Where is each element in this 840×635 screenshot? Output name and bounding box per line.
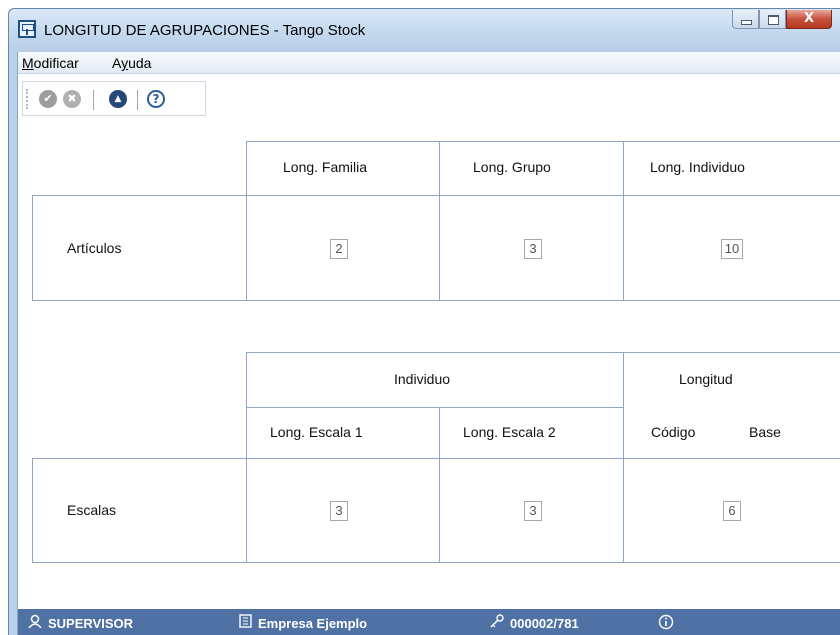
close-button[interactable]: X <box>786 10 832 29</box>
menu-modificar[interactable]: Modificar <box>22 55 79 71</box>
long-escala-2-field[interactable]: 3 <box>524 501 542 521</box>
group-header-longitud: Longitud Código Base <box>623 352 840 459</box>
window-title: LONGITUD DE AGRUPACIONES - Tango Stock <box>44 22 366 39</box>
maximize-button[interactable] <box>759 10 786 29</box>
long-familia-field[interactable]: 2 <box>330 239 348 259</box>
header-codigo: Código <box>651 424 696 440</box>
up-arrow-icon[interactable]: ▲ <box>109 90 127 108</box>
status-user: SUPERVISOR <box>28 614 133 631</box>
menu-ayuda[interactable]: Ayuda <box>112 55 151 71</box>
toolbar: ✔ ✖ ▲ ? <box>22 81 206 116</box>
row-label-cell-articulos: Artículos <box>32 195 247 301</box>
value-cell-familia: 2 <box>246 195 440 301</box>
group-label-individuo: Individuo <box>394 371 451 387</box>
cancel-icon[interactable]: ✖ <box>63 90 81 108</box>
group-label-longitud: Longitud <box>679 371 733 387</box>
header-cell-familia: Long. Familia <box>246 141 440 196</box>
row-label-escalas: Escalas <box>67 502 117 518</box>
header-long-individuo: Long. Individuo <box>650 159 745 175</box>
header-base: Base <box>749 424 781 440</box>
header-long-grupo: Long. Grupo <box>473 159 551 175</box>
toolbar-separator <box>93 90 94 110</box>
long-grupo-field[interactable]: 3 <box>524 239 542 259</box>
toolbar-separator <box>137 90 138 110</box>
accept-icon[interactable]: ✔ <box>39 90 57 108</box>
value-cell-individuo: 10 <box>623 195 840 301</box>
toolbar-grip[interactable] <box>26 89 28 109</box>
long-individuo-field[interactable]: 10 <box>721 239 743 259</box>
status-company: Empresa Ejemplo <box>239 614 367 631</box>
client-area: Modificar Ayuda ✔ ✖ ▲ ? Long. Familia Lo… <box>17 52 840 635</box>
header-cell-escala-1: Long. Escala 1 <box>246 407 440 459</box>
header-long-familia: Long. Familia <box>283 159 368 175</box>
header-long-escala-2: Long. Escala 2 <box>463 424 556 440</box>
status-license: 000002/781 <box>489 614 579 631</box>
value-cell-escala-1: 3 <box>246 458 440 563</box>
header-cell-grupo: Long. Grupo <box>439 141 624 196</box>
minimize-button[interactable] <box>732 10 759 29</box>
title-bar[interactable]: LONGITUD DE AGRUPACIONES - Tango Stock X <box>9 9 840 51</box>
key-icon <box>489 614 504 631</box>
window-controls: X <box>732 10 832 29</box>
value-cell-escala-2: 3 <box>439 458 624 563</box>
header-cell-escala-2: Long. Escala 2 <box>439 407 624 459</box>
app-window: LONGITUD DE AGRUPACIONES - Tango Stock X… <box>8 8 840 635</box>
group-header-individuo: Individuo <box>246 352 624 408</box>
longitud-codigo-base-field[interactable]: 6 <box>723 501 741 521</box>
row-label-articulos: Artículos <box>67 240 122 256</box>
app-icon[interactable] <box>18 20 36 38</box>
row-label-cell-escalas: Escalas <box>32 458 247 563</box>
menu-bar: Modificar Ayuda <box>18 52 840 74</box>
help-icon[interactable]: ? <box>147 90 165 108</box>
building-icon <box>239 614 252 631</box>
value-cell-longitud: 6 <box>623 458 840 563</box>
info-icon[interactable] <box>658 614 674 633</box>
user-icon <box>28 614 42 631</box>
value-cell-grupo: 3 <box>439 195 624 301</box>
header-cell-individuo: Long. Individuo <box>623 141 840 196</box>
status-bar: SUPERVISOR Empresa Ejemplo 000002/781 <box>18 609 840 635</box>
header-long-escala-1: Long. Escala 1 <box>270 424 363 440</box>
long-escala-1-field[interactable]: 3 <box>330 501 348 521</box>
